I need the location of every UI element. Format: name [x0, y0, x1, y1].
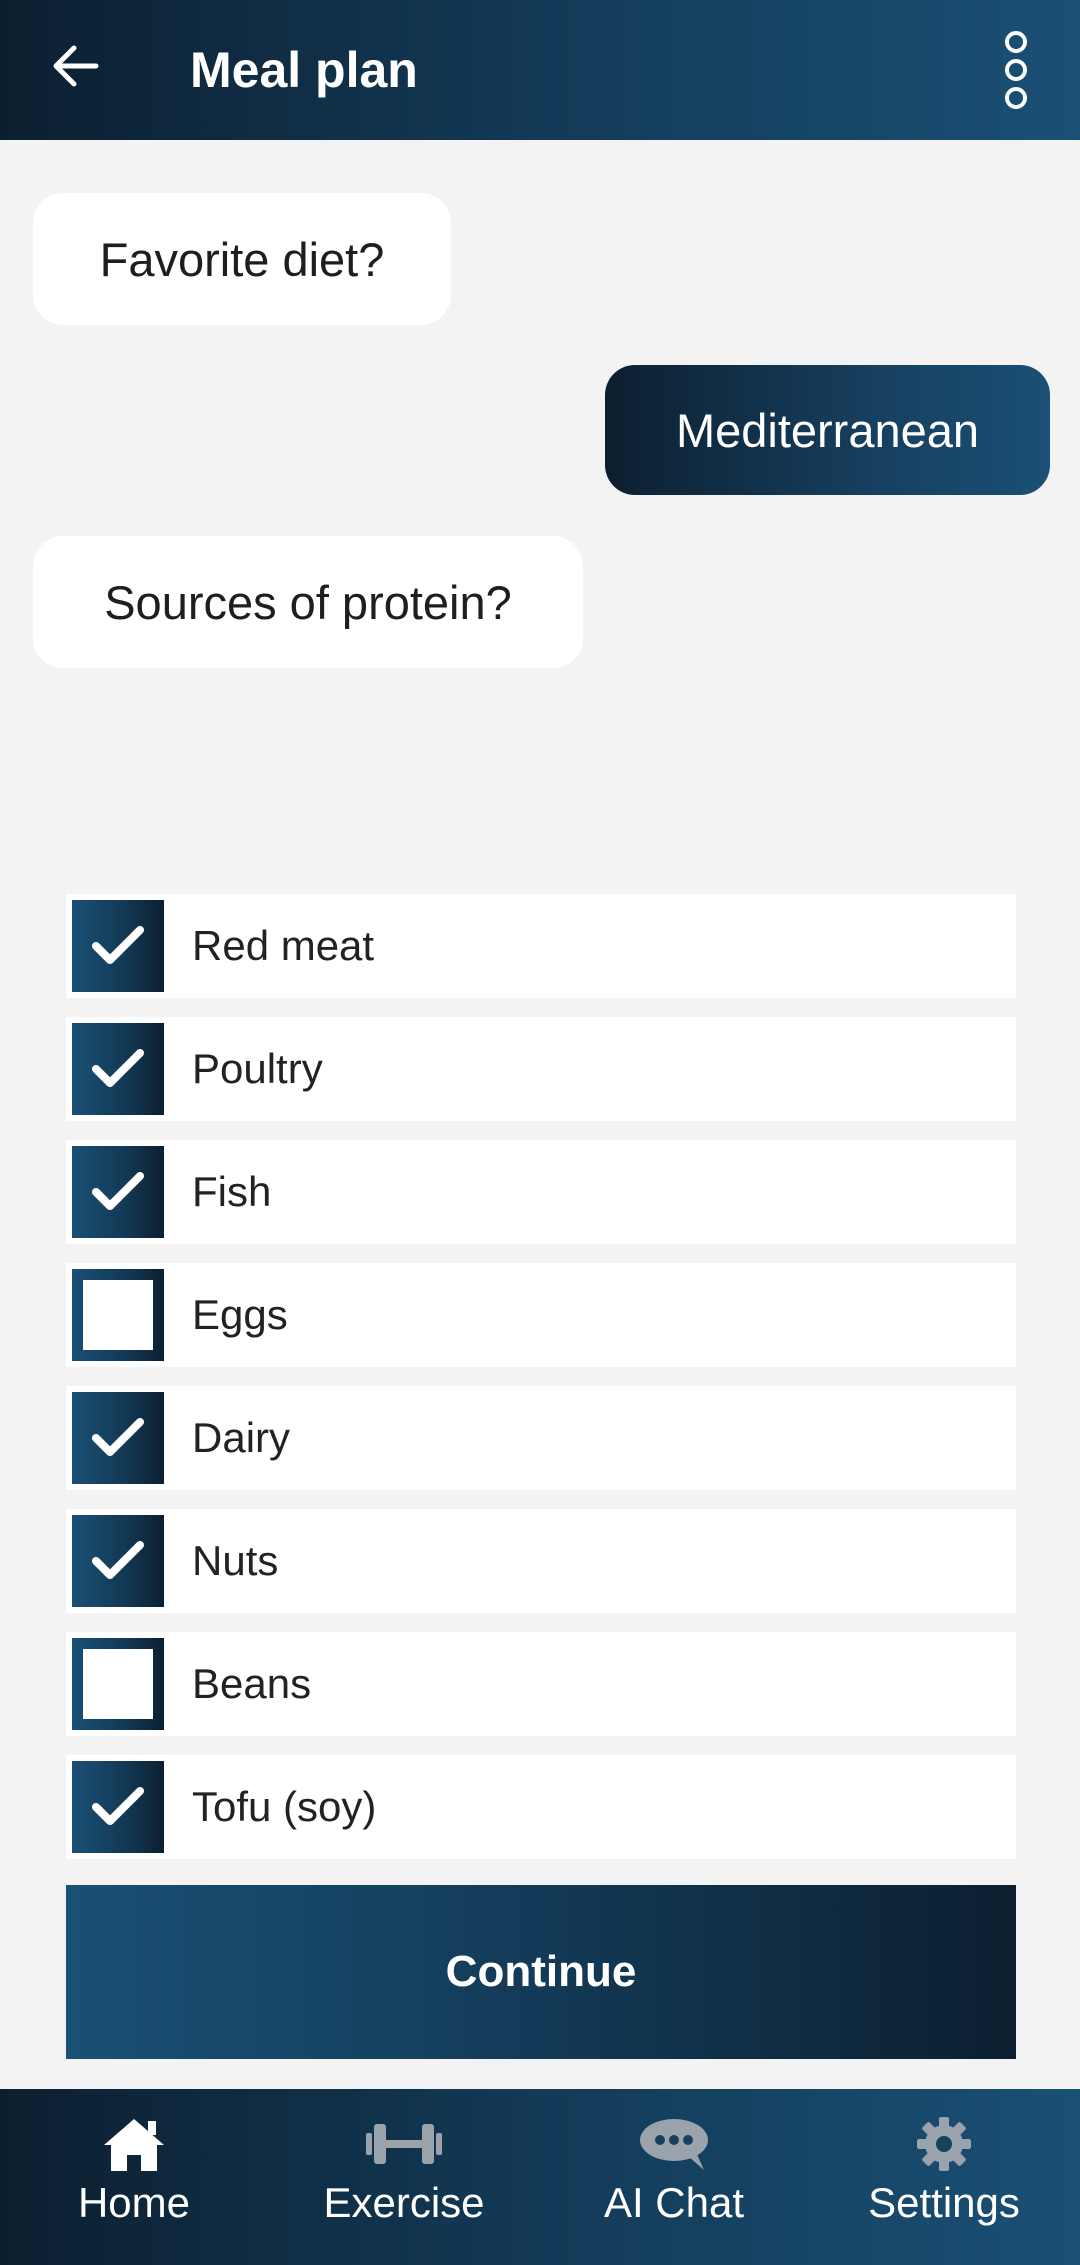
- option-label: Red meat: [192, 922, 375, 969]
- checkbox-empty-fill: [83, 1280, 153, 1350]
- option-eggs[interactable]: Eggs: [66, 1263, 1016, 1367]
- option-label: Eggs: [192, 1291, 288, 1338]
- more-vertical-icon: [1005, 31, 1027, 109]
- option-red-meat[interactable]: Red meat: [66, 894, 1016, 998]
- top-app-bar: Meal plan: [0, 0, 1080, 140]
- answer-bubble-diet: Mediterranean: [605, 365, 1050, 495]
- option-label: Poultry: [192, 1045, 323, 1092]
- nav-label: AI Chat: [603, 2179, 745, 2226]
- chat-bubble-icon: [640, 2119, 708, 2170]
- checkmark-icon: [92, 1787, 144, 1825]
- option-label: Nuts: [192, 1537, 279, 1584]
- checkbox-empty-fill: [83, 1649, 153, 1719]
- option-label: Fish: [192, 1168, 272, 1215]
- more-options-button[interactable]: [985, 22, 1047, 118]
- option-beans[interactable]: Beans: [66, 1632, 1016, 1736]
- home-icon: [104, 2119, 164, 2171]
- option-nuts[interactable]: Nuts: [66, 1509, 1016, 1613]
- gear-icon: [917, 2117, 971, 2171]
- nav-label: Exercise: [323, 2179, 485, 2226]
- checkbox-checked[interactable]: [72, 1146, 164, 1238]
- answer-text: Mediterranean: [675, 403, 980, 457]
- checkbox-unchecked[interactable]: [72, 1638, 164, 1730]
- checkbox-unchecked[interactable]: [72, 1269, 164, 1361]
- nav-settings[interactable]: Settings: [824, 2089, 1064, 2265]
- question-text: Favorite diet?: [99, 232, 385, 286]
- nav-ai-chat[interactable]: AI Chat: [554, 2089, 794, 2265]
- nav-exercise[interactable]: Exercise: [284, 2089, 524, 2265]
- question-text: Sources of protein?: [104, 575, 512, 629]
- option-tofu[interactable]: Tofu (soy): [66, 1755, 1016, 1859]
- checkbox-checked[interactable]: [72, 1515, 164, 1607]
- nav-label: Settings: [868, 2179, 1020, 2226]
- option-poultry[interactable]: Poultry: [66, 1017, 1016, 1121]
- checkbox-checked[interactable]: [72, 900, 164, 992]
- option-fish[interactable]: Fish: [66, 1140, 1016, 1244]
- checkmark-icon: [92, 1049, 144, 1087]
- checkmark-icon: [92, 926, 144, 964]
- nav-home[interactable]: Home: [14, 2089, 254, 2265]
- page-title: Meal plan: [190, 42, 418, 98]
- option-label: Tofu (soy): [192, 1783, 377, 1830]
- continue-button[interactable]: Continue: [66, 1885, 1016, 2059]
- checkbox-checked[interactable]: [72, 1761, 164, 1853]
- checkmark-icon: [92, 1172, 144, 1210]
- option-label: Dairy: [192, 1414, 291, 1461]
- arrow-left-icon: [53, 45, 99, 87]
- dumbbell-icon: [366, 2124, 442, 2164]
- checkbox-checked[interactable]: [72, 1023, 164, 1115]
- question-bubble-protein: Sources of protein?: [33, 536, 583, 668]
- question-bubble-diet: Favorite diet?: [33, 193, 451, 325]
- checkmark-icon: [92, 1418, 144, 1456]
- option-dairy[interactable]: Dairy: [66, 1386, 1016, 1490]
- checkmark-icon: [92, 1541, 144, 1579]
- back-button[interactable]: [40, 30, 112, 102]
- nav-label: Home: [77, 2179, 191, 2226]
- option-label: Beans: [192, 1660, 312, 1707]
- bottom-navigation: Home Exercise AI Chat Settings: [0, 2089, 1080, 2265]
- checkbox-checked[interactable]: [72, 1392, 164, 1484]
